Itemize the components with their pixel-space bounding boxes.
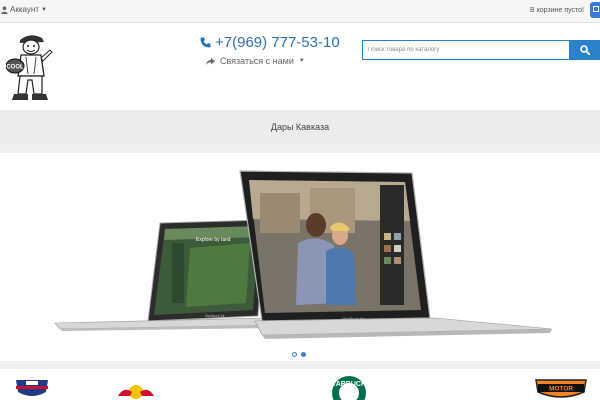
brand-carousel: STARBUCKS MOTOR <box>0 370 600 400</box>
account-dropdown[interactable]: Аккаунт ▼ <box>1 5 47 14</box>
chevron-down-icon: ▼ <box>40 6 47 13</box>
share-icon <box>206 57 215 65</box>
chevron-down-icon: ▼ <box>298 58 305 64</box>
nfl-logo[interactable] <box>12 378 52 400</box>
slider-dot-1[interactable] <box>292 352 297 357</box>
svg-text:MacBook Air: MacBook Air <box>342 316 365 321</box>
search-input[interactable] <box>362 40 570 60</box>
category-title[interactable]: Дары Кавказа <box>271 122 329 132</box>
account-label: Аккаунт <box>10 5 39 14</box>
harley-logo[interactable]: MOTOR <box>532 378 590 400</box>
cart-icon <box>593 6 599 12</box>
decorative-pattern <box>0 144 600 153</box>
phone-icon <box>200 37 211 48</box>
contact-label: Связаться с нами <box>220 56 294 66</box>
svg-text:MOTOR: MOTOR <box>549 386 573 393</box>
site-logo[interactable]: COOL <box>6 30 56 102</box>
svg-text:STARBUCKS: STARBUCKS <box>327 381 371 388</box>
slide-image: Explore by land MacBook Air MacBook Air <box>54 170 553 339</box>
redbull-logo[interactable] <box>116 382 156 400</box>
phone-number[interactable]: +7(969) 777-53-10 <box>200 34 340 51</box>
slider-dot-2[interactable] <box>301 352 306 357</box>
cart-status[interactable]: В корзине пусто! <box>530 7 584 14</box>
svg-text:MacBook Air: MacBook Air <box>205 314 225 318</box>
svg-text:Explore by land: Explore by land <box>196 237 231 243</box>
image-slider[interactable]: Explore by land MacBook Air MacBook Air <box>0 153 600 359</box>
decorative-pattern <box>0 361 600 369</box>
category-banner: Дары Кавказа <box>0 110 600 144</box>
slider-pagination <box>292 352 306 357</box>
phone-text: +7(969) 777-53-10 <box>215 34 340 51</box>
search-icon <box>580 45 590 55</box>
svg-text:COOL: COOL <box>6 65 24 71</box>
search-button[interactable] <box>570 40 600 60</box>
cart-button[interactable] <box>590 2 600 18</box>
contact-dropdown[interactable]: Связаться с нами ▼ <box>206 56 305 66</box>
user-icon <box>1 5 8 14</box>
top-bar: Аккаунт ▼ В корзине пусто! <box>0 0 600 23</box>
starbucks-logo[interactable]: STARBUCKS <box>318 375 380 400</box>
